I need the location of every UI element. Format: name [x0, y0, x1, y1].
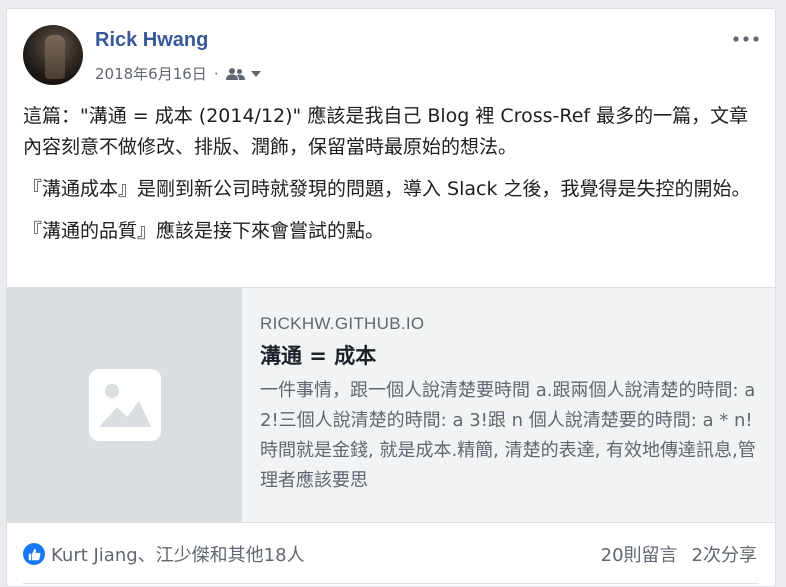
- friends-icon[interactable]: [225, 67, 246, 81]
- reactions-summary[interactable]: Kurt Jiang、江少傑和其他18人: [23, 541, 305, 567]
- post-footer: Kurt Jiang、江少傑和其他18人 20則留言 2次分享: [7, 539, 775, 569]
- post-date[interactable]: 2018年6月16日: [95, 63, 207, 84]
- post-header: Rick Hwang 2018年6月16日 ·: [7, 9, 775, 89]
- comments-count[interactable]: 20則留言: [601, 541, 678, 567]
- chevron-down-icon[interactable]: [250, 70, 262, 78]
- post-card: Rick Hwang 2018年6月16日 · 這篇："溝通 = 成本 (201…: [6, 8, 776, 587]
- link-body: RICKHW.GITHUB.IO 溝通 = 成本 一件事情，跟一個人說清楚要時間…: [260, 314, 760, 496]
- more-options-icon[interactable]: [731, 27, 761, 51]
- post-paragraph: 『溝通的品質』應該是接下來會嘗試的點。: [23, 220, 385, 242]
- shares-count[interactable]: 2次分享: [692, 541, 757, 567]
- like-icon: [23, 543, 45, 565]
- post-paragraph: 這篇："溝通 = 成本 (2014/12)" 應該是我自己 Blog 裡 Cro…: [23, 105, 749, 158]
- post-paragraph: 『溝通成本』是剛到新公司時就發現的問題，導入 Slack 之後，我覺得是失控的開…: [23, 178, 751, 200]
- link-preview[interactable]: RICKHW.GITHUB.IO 溝通 = 成本 一件事情，跟一個人說清楚要時間…: [7, 287, 775, 523]
- engagement-counts: 20則留言 2次分享: [601, 541, 757, 567]
- footer-divider: [23, 583, 759, 584]
- link-domain: RICKHW.GITHUB.IO: [260, 314, 425, 333]
- post-body: 這篇："溝通 = 成本 (2014/12)" 應該是我自己 Blog 裡 Cro…: [23, 101, 763, 258]
- post-meta: 2018年6月16日 ·: [95, 63, 262, 84]
- link-description: 一件事情，跟一個人說清楚要時間 a.跟兩個人說清楚的時間: a 2!三個人說清楚…: [260, 380, 756, 491]
- avatar[interactable]: [23, 25, 83, 85]
- link-title[interactable]: 溝通 = 成本: [260, 340, 760, 370]
- reactions-text[interactable]: Kurt Jiang、江少傑和其他18人: [51, 541, 305, 567]
- meta-separator: ·: [213, 64, 219, 83]
- author-name[interactable]: Rick Hwang: [95, 29, 208, 52]
- image-placeholder-icon: [88, 369, 161, 441]
- link-thumbnail[interactable]: [7, 288, 242, 522]
